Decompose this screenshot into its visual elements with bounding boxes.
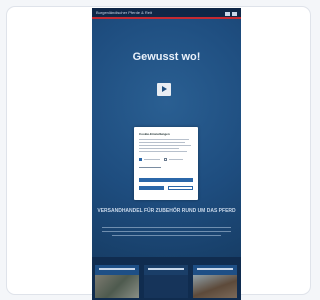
category-tile[interactable] xyxy=(193,265,237,298)
status-title: Burgenländischer Pferde & Reit xyxy=(96,10,153,15)
dialog-text-line xyxy=(139,142,185,143)
phone-screenshot: Burgenländischer Pferde & Reit Gewusst w… xyxy=(92,8,241,300)
cookie-dialog: Cookie-Einstellungen xyxy=(134,127,198,200)
checkbox-necessary-label xyxy=(144,159,160,160)
checkbox-statistics[interactable] xyxy=(164,158,167,161)
category-tile[interactable] xyxy=(95,265,139,298)
category-tiles xyxy=(92,257,241,300)
hero-copy-line xyxy=(102,231,231,232)
hero-headline: Gewusst wo! xyxy=(132,51,201,63)
hero-subheadline: VERSANDHANDEL FÜR ZUBEHÖR RUND UM DAS PF… xyxy=(97,208,236,214)
tile-label xyxy=(148,268,184,270)
tile-image xyxy=(95,275,139,298)
decline-button[interactable] xyxy=(168,186,193,190)
dialog-text-line xyxy=(139,148,179,149)
play-icon[interactable] xyxy=(157,83,171,96)
cookie-dialog-title: Cookie-Einstellungen xyxy=(139,132,170,136)
checkbox-statistics-label xyxy=(169,159,183,160)
hero-section: Gewusst wo! Cookie-Einstellungen VERSAND… xyxy=(92,19,241,257)
dialog-link[interactable] xyxy=(139,167,161,168)
category-tile[interactable] xyxy=(144,265,188,298)
accept-all-button[interactable] xyxy=(139,178,193,182)
checkbox-necessary[interactable] xyxy=(139,158,142,161)
tile-label xyxy=(197,268,233,270)
save-button[interactable] xyxy=(139,186,164,190)
signal-icon xyxy=(225,12,230,16)
dialog-text-line xyxy=(139,151,187,152)
status-bar: Burgenländischer Pferde & Reit xyxy=(92,8,241,17)
tile-image xyxy=(193,275,237,298)
hero-copy-line xyxy=(112,235,221,236)
dialog-text-line xyxy=(139,139,189,140)
tile-label xyxy=(99,268,135,270)
battery-icon xyxy=(232,12,237,16)
tile-image xyxy=(144,275,188,298)
hero-copy-line xyxy=(102,227,231,228)
dialog-text-line xyxy=(139,145,191,146)
